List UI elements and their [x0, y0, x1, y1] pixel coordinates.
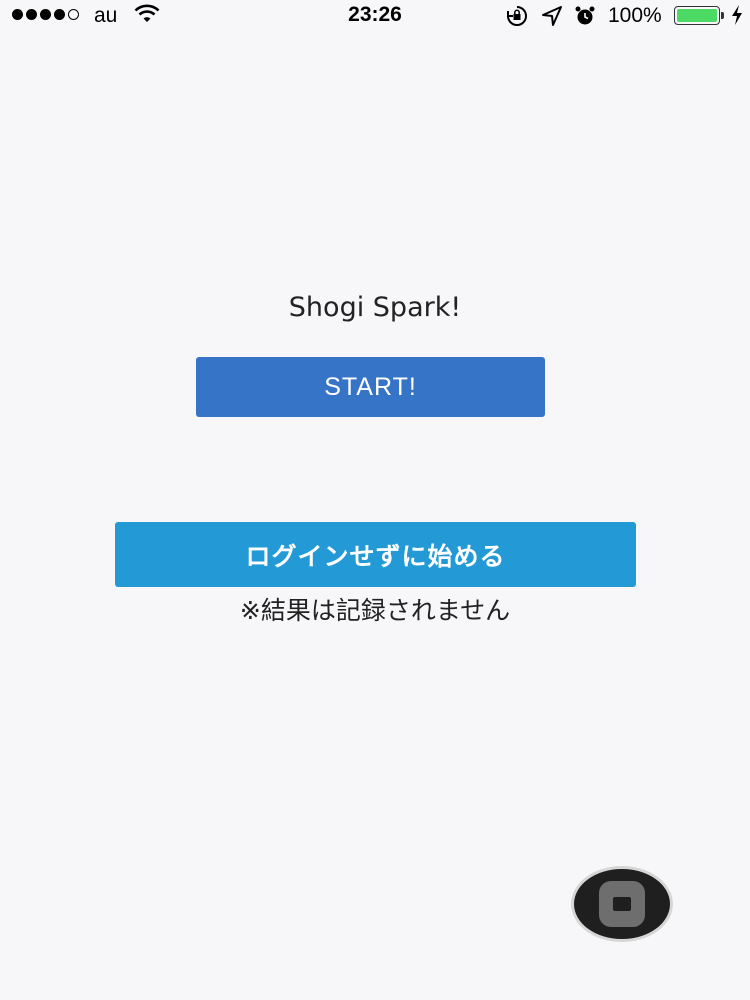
- status-bar: au 23:26 100%: [0, 0, 750, 32]
- battery-icon: [674, 6, 720, 25]
- assistive-touch-button[interactable]: [571, 866, 673, 942]
- battery-fill: [677, 9, 717, 22]
- start-button[interactable]: START!: [196, 357, 545, 417]
- rotation-lock-icon: [507, 6, 527, 26]
- assistive-touch-square: [613, 897, 631, 911]
- battery-percent: 100%: [608, 4, 662, 27]
- location-arrow-icon: [542, 6, 562, 26]
- app-title: Shogi Spark!: [288, 292, 462, 323]
- alarm-icon: [575, 6, 595, 25]
- results-not-saved-note: ※結果は記録されません: [239, 596, 511, 625]
- assistive-touch-icon: [599, 881, 645, 927]
- start-without-login-button[interactable]: ログインせずに始める: [115, 522, 636, 587]
- charging-bolt-icon: [732, 5, 742, 25]
- battery-tip: [721, 12, 724, 19]
